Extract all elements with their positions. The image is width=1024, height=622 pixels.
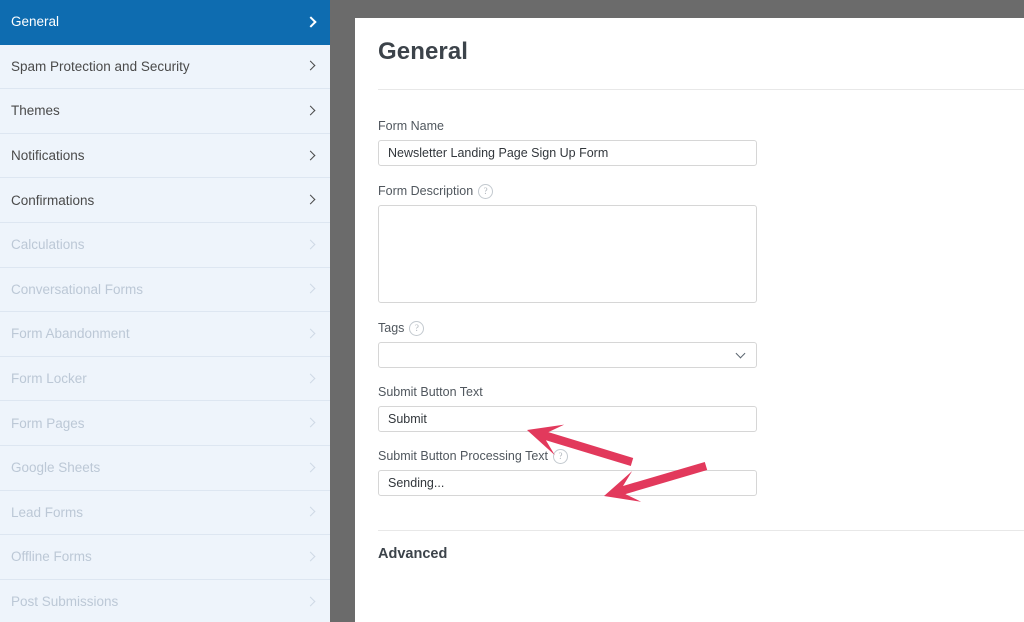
- sidebar-item-label: Form Abandonment: [11, 326, 130, 342]
- form-description-label: Form Description ?: [378, 183, 1024, 199]
- sidebar-item-offline-forms[interactable]: Offline Forms: [0, 535, 330, 580]
- field-tags: Tags ?: [378, 320, 1024, 368]
- chevron-right-icon: [306, 463, 316, 473]
- form-description-textarea[interactable]: [378, 205, 757, 303]
- advanced-divider: [378, 530, 1024, 531]
- sidebar-item-spam-protection-and-security[interactable]: Spam Protection and Security: [0, 44, 330, 90]
- sidebar-item-label: Conversational Forms: [11, 281, 144, 297]
- sidebar-item-label: Offline Forms: [11, 549, 92, 565]
- chevron-right-icon: [306, 329, 316, 339]
- app-root: General Spam Protection and Security Theme…: [0, 0, 1024, 622]
- chevron-right-icon: [306, 507, 316, 517]
- sidebar-item-label: Spam Protection and Security: [11, 58, 190, 74]
- sidebar-item-label: Notifications: [11, 148, 85, 164]
- tags-label: Tags ?: [378, 320, 1024, 336]
- chevron-right-icon: [306, 418, 316, 428]
- page-title: General: [378, 38, 469, 65]
- sidebar-item-label: Calculations: [11, 237, 85, 253]
- sidebar-item-conversational-forms[interactable]: Conversational Forms: [0, 267, 330, 313]
- sidebar-item-label: General: [11, 14, 60, 30]
- chevron-right-icon: [306, 195, 316, 205]
- submit-button-processing-text-label-text: Submit Button Processing Text: [378, 449, 548, 463]
- title-divider: [378, 89, 1024, 90]
- sidebar-item-notifications[interactable]: Notifications: [0, 133, 330, 179]
- form-description-label-text: Form Description: [378, 184, 474, 198]
- sidebar-item-post-submissions[interactable]: Post Submissions: [0, 579, 330, 622]
- help-icon[interactable]: ?: [478, 183, 494, 199]
- form-name-input[interactable]: [378, 140, 757, 166]
- chevron-right-icon: [306, 240, 316, 250]
- sidebar-item-form-abandonment[interactable]: Form Abandonment: [0, 312, 330, 357]
- sidebar-item-label: Form Pages: [11, 415, 85, 431]
- chevron-right-icon: [306, 597, 316, 607]
- field-form-description: Form Description ?: [378, 183, 1024, 303]
- help-icon[interactable]: ?: [409, 320, 425, 336]
- help-icon[interactable]: ?: [553, 448, 568, 464]
- chevron-right-icon: [306, 61, 316, 71]
- chevron-right-icon: [306, 151, 316, 161]
- submit-button-text-label: Submit Button Text: [378, 384, 1024, 400]
- settings-sidebar: General Spam Protection and Security Theme…: [0, 0, 330, 622]
- submit-button-processing-text-label: Submit Button Processing Text ?: [378, 448, 1024, 464]
- sidebar-item-confirmations[interactable]: Confirmations: [0, 178, 330, 223]
- chevron-right-icon: [306, 552, 316, 562]
- sidebar-item-label: Confirmations: [11, 192, 95, 208]
- chevron-right-icon: [306, 106, 316, 116]
- tags-label-text: Tags: [378, 321, 405, 335]
- sidebar-item-label: Lead Forms: [11, 504, 84, 520]
- sidebar-item-label: Post Submissions: [11, 594, 119, 610]
- sidebar-item-calculations[interactable]: Calculations: [0, 222, 330, 268]
- sidebar-item-label: Themes: [11, 103, 60, 119]
- form-name-label-text: Form Name: [378, 119, 444, 133]
- settings-form: Form Name Form Description ? Tags ?: [378, 118, 1024, 496]
- sidebar-item-form-locker[interactable]: Form Locker: [0, 356, 330, 402]
- submit-button-text-label-text: Submit Button Text: [378, 385, 483, 399]
- sidebar-item-lead-forms[interactable]: Lead Forms: [0, 490, 330, 536]
- sidebar-item-label: Form Locker: [11, 371, 87, 387]
- sidebar-item-google-sheets[interactable]: Google Sheets: [0, 445, 330, 491]
- sidebar-item-form-pages[interactable]: Form Pages: [0, 401, 330, 446]
- tags-select[interactable]: [378, 342, 757, 368]
- chevron-right-icon: [306, 374, 316, 384]
- field-submit-button-processing-text: Submit Button Processing Text ?: [378, 448, 1024, 496]
- settings-panel: General Form Name Form Description ?: [355, 18, 1024, 622]
- field-form-name: Form Name: [378, 118, 1024, 166]
- chevron-right-icon: [306, 17, 316, 27]
- sidebar-item-themes[interactable]: Themes: [0, 89, 330, 134]
- chevron-right-icon: [306, 284, 316, 294]
- backdrop-top-strip: [355, 0, 1024, 18]
- advanced-section-heading: Advanced: [378, 546, 448, 562]
- form-name-label: Form Name: [378, 118, 1024, 134]
- submit-button-text-input[interactable]: [378, 406, 757, 432]
- tags-select-wrap: [378, 342, 757, 368]
- field-submit-button-text: Submit Button Text: [378, 384, 1024, 432]
- sidebar-item-general[interactable]: General: [0, 0, 330, 45]
- sidebar-item-label: Google Sheets: [11, 460, 101, 476]
- submit-button-processing-text-input[interactable]: [378, 470, 757, 496]
